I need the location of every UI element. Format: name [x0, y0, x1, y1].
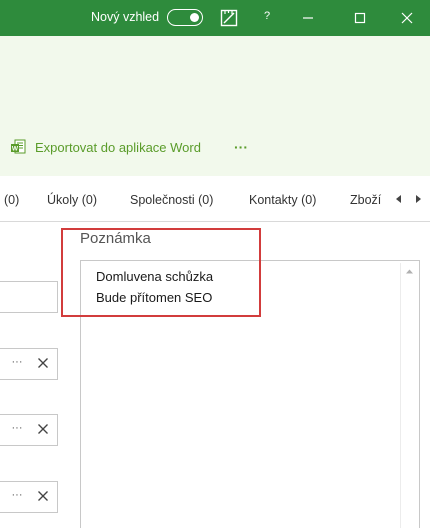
close-window-icon[interactable] — [397, 8, 417, 28]
note-label: Poznámka — [80, 230, 151, 247]
tab-partial[interactable]: (0) — [4, 193, 19, 207]
maximize-icon[interactable] — [350, 8, 370, 28]
clear-icon[interactable] — [37, 490, 49, 502]
clear-icon[interactable] — [37, 357, 49, 369]
scroll-up-icon[interactable] — [405, 267, 414, 276]
note-line: Domluvena schůzka — [96, 269, 214, 284]
field-more-button[interactable]: ··· — [10, 421, 24, 435]
title-bar: Nový vzhled ? — [0, 0, 430, 36]
export-to-word-button[interactable]: W Exportovat do aplikace Word — [10, 138, 201, 156]
field-more-button[interactable]: ··· — [10, 355, 24, 369]
toggle-knob — [190, 12, 199, 22]
help-icon[interactable]: ? — [262, 10, 272, 22]
ruler-pencil-icon[interactable] — [219, 8, 239, 28]
left-lookup-field[interactable]: ··· — [0, 481, 58, 513]
left-lookup-field[interactable]: ··· — [0, 348, 58, 380]
tab-scroll-right-icon[interactable] — [412, 192, 424, 206]
tab-contacts[interactable]: Kontakty (0) — [249, 193, 316, 207]
ribbon-more-button[interactable]: ··· — [232, 138, 250, 156]
left-lookup-field[interactable]: ··· — [0, 414, 58, 446]
tab-companies[interactable]: Společnosti (0) — [130, 193, 213, 207]
note-scrollbar[interactable] — [400, 263, 417, 528]
tab-scroll-left-icon[interactable] — [393, 192, 405, 206]
word-document-icon: W — [11, 139, 26, 154]
tab-tasks[interactable]: Úkoly (0) — [47, 193, 97, 207]
new-view-label: Nový vzhled — [91, 10, 160, 24]
clear-icon[interactable] — [37, 423, 49, 435]
tab-bar: (0) Úkoly (0) Společnosti (0) Kontakty (… — [0, 176, 430, 222]
note-line: Bude přítomen SEO — [96, 290, 213, 305]
minimize-icon[interactable] — [298, 8, 318, 28]
export-to-word-label: Exportovat do aplikace Word — [35, 139, 201, 155]
new-view-toggle[interactable] — [167, 9, 203, 26]
left-text-field[interactable] — [0, 281, 58, 313]
note-textarea[interactable]: Domluvena schůzka Bude přítomen SEO — [80, 260, 420, 528]
field-more-button[interactable]: ··· — [10, 488, 24, 502]
svg-text:W: W — [12, 146, 19, 153]
app-window: Nový vzhled ? W Exportovat do aplikace W… — [0, 0, 430, 528]
tab-overflow-fade — [380, 186, 394, 212]
